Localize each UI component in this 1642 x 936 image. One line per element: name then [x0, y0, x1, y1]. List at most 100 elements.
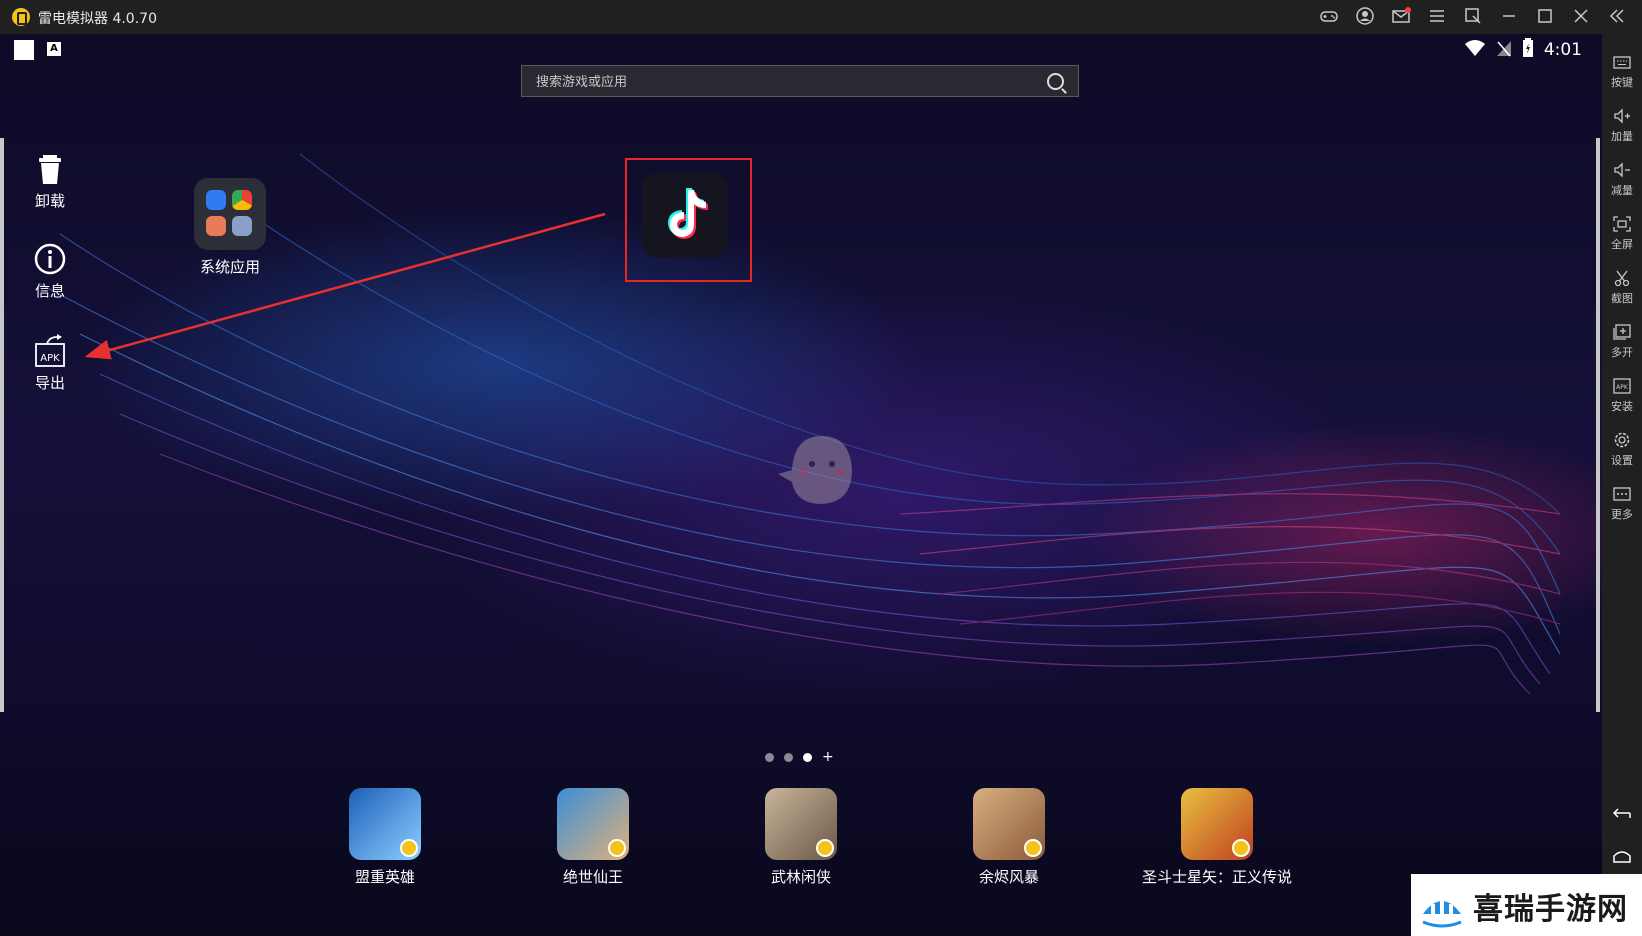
game-icon — [973, 788, 1045, 860]
settings-button[interactable]: 设置 — [1602, 430, 1642, 468]
app-logo-icon — [12, 8, 30, 26]
dock-app-wulin[interactable]: 武林闲侠 — [726, 788, 876, 887]
page-dot[interactable] — [765, 753, 774, 762]
screenshot-button[interactable]: 截图 — [1602, 268, 1642, 306]
fullscreen-button[interactable]: 全屏 — [1602, 214, 1642, 252]
minimize-icon[interactable] — [1498, 6, 1520, 28]
scissors-icon — [1614, 270, 1630, 287]
volume-down-label: 减量 — [1611, 184, 1633, 197]
dock-app-label: 武林闲侠 — [770, 868, 831, 886]
volume-down-button[interactable]: 减量 — [1602, 160, 1642, 198]
volume-up-button[interactable]: 加量 — [1602, 106, 1642, 144]
apk-export-icon: APK — [35, 334, 65, 367]
settings-icon — [1614, 432, 1630, 448]
svg-text:APK: APK — [1616, 384, 1629, 391]
emulator-screen: A 4:01 卸载 信息 APK — [0, 34, 1602, 936]
wifi-icon — [1464, 39, 1486, 61]
info-icon — [34, 243, 66, 275]
game-icon — [349, 788, 421, 860]
uninstall-tool[interactable]: 卸载 — [22, 152, 78, 211]
back-button[interactable] — [1602, 804, 1642, 826]
user-icon[interactable] — [1354, 6, 1376, 28]
home-icon — [1613, 851, 1631, 863]
back-icon — [1612, 808, 1631, 818]
page-dot-active[interactable] — [803, 753, 812, 762]
right-edge-bar — [1596, 138, 1600, 712]
ldplayer-badge-icon — [816, 839, 834, 857]
home-button[interactable] — [1602, 846, 1642, 868]
tiktok-icon[interactable] — [642, 172, 728, 258]
mail-icon[interactable] — [1390, 6, 1412, 28]
chrome-app-icon — [232, 190, 252, 210]
dock-app-label: 圣斗士星矢：正义传说 — [1142, 868, 1293, 886]
dock-app-label: 绝世仙王 — [562, 868, 623, 886]
watermark-logo-icon — [1422, 898, 1462, 928]
volume-up-icon — [1614, 108, 1630, 124]
ldplayer-badge-icon — [400, 839, 418, 857]
no-signal-icon — [1496, 39, 1512, 61]
svg-text:APK: APK — [40, 353, 60, 364]
dock-app-label: 余烬风暴 — [978, 868, 1039, 886]
site-watermark: 喜瑞手游网 — [1411, 874, 1642, 936]
export-label: 导出 — [34, 374, 65, 392]
titlebar-controls — [1318, 0, 1628, 34]
dock-app-yujin[interactable]: 余烬风暴 — [934, 788, 1084, 887]
more-icon — [1613, 487, 1631, 501]
page-dot[interactable] — [784, 753, 793, 762]
search-box[interactable] — [521, 65, 1079, 98]
apk-install-icon: APK — [1613, 378, 1631, 394]
pin-icon[interactable] — [1462, 6, 1484, 28]
maximize-icon[interactable] — [1534, 6, 1556, 28]
folder-label: 系统应用 — [199, 258, 260, 276]
contacts-app-icon — [232, 216, 252, 236]
close-icon[interactable] — [1570, 6, 1592, 28]
folder-icon — [194, 178, 266, 250]
add-page-button[interactable]: + — [822, 750, 834, 764]
ldplayer-badge-icon — [1232, 839, 1250, 857]
info-label: 信息 — [34, 282, 65, 300]
screenshot-label: 截图 — [1611, 292, 1633, 305]
settings-label: 设置 — [1611, 454, 1633, 467]
window-title: 雷电模拟器 4.0.70 — [38, 11, 157, 27]
settings-app-icon — [206, 190, 226, 210]
watermark-text: 喜瑞手游网 — [1473, 892, 1628, 927]
menu-icon[interactable] — [1426, 6, 1448, 28]
collapse-icon[interactable] — [1606, 6, 1628, 28]
gallery-app-icon — [206, 216, 226, 236]
trash-icon — [39, 155, 61, 184]
keymap-label: 按键 — [1611, 76, 1633, 89]
multi-instance-icon — [1613, 324, 1631, 340]
more-button[interactable]: 更多 — [1602, 484, 1642, 522]
fullscreen-label: 全屏 — [1611, 238, 1633, 251]
left-edge-bar — [0, 138, 4, 712]
keyboard-icon — [1613, 56, 1631, 69]
mascot-watermark — [778, 436, 852, 504]
ldplayer-badge-icon — [608, 839, 626, 857]
right-sidebar: 按键 加量 减量 全屏 截图 多开 APK 安装 设置 更多 — [1602, 34, 1642, 936]
volume-up-label: 加量 — [1611, 130, 1633, 143]
ldplayer-badge-icon — [1024, 839, 1042, 857]
uninstall-label: 卸载 — [34, 192, 65, 210]
fullscreen-icon — [1613, 216, 1631, 232]
multi-instance-button[interactable]: 多开 — [1602, 322, 1642, 360]
game-icon — [1181, 788, 1253, 860]
dock-app-mengzhong[interactable]: 盟重英雄 — [310, 788, 460, 887]
keymap-button[interactable]: 按键 — [1602, 52, 1642, 90]
dock-app-shengdoushi[interactable]: 圣斗士星矢：正义传说 — [1142, 788, 1292, 887]
system-apps-folder[interactable]: 系统应用 — [182, 178, 278, 277]
gamepad-icon[interactable] — [1318, 6, 1340, 28]
page-indicator: + — [765, 750, 834, 764]
keyboard-indicator: A — [47, 42, 61, 56]
volume-down-icon — [1614, 162, 1630, 178]
notification-square-icon — [14, 40, 34, 60]
search-icon[interactable] — [1047, 73, 1064, 90]
install-apk-button[interactable]: APK 安装 — [1602, 376, 1642, 414]
game-icon — [765, 788, 837, 860]
title-bar: 雷电模拟器 4.0.70 — [0, 0, 1642, 34]
export-tool[interactable]: APK 导出 — [22, 334, 78, 393]
info-tool[interactable]: 信息 — [22, 242, 78, 301]
search-input[interactable] — [522, 66, 1038, 98]
android-status-bar: A 4:01 — [0, 34, 1602, 64]
clock: 4:01 — [1543, 40, 1582, 60]
dock-app-jueshi[interactable]: 绝世仙王 — [518, 788, 668, 887]
